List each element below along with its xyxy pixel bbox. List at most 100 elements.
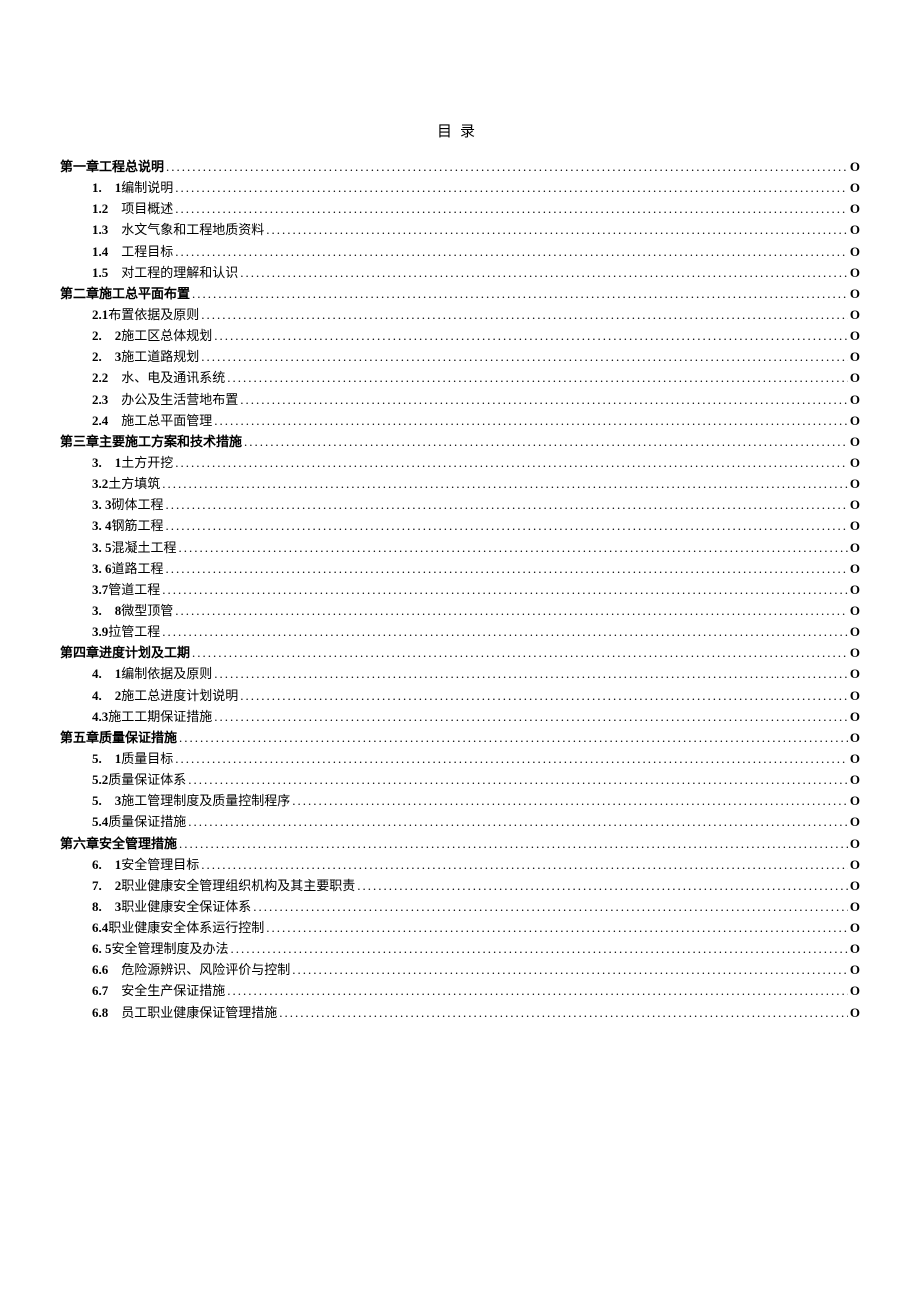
toc-leader (227, 368, 848, 388)
toc-number: 3.2 (92, 474, 108, 494)
toc-leader (214, 664, 848, 684)
toc-leader (292, 791, 848, 811)
toc-number: 2. 3 (92, 347, 121, 367)
toc-entry[interactable]: 1.3 水文气象和工程地质资料O (60, 220, 860, 240)
toc-text: 第一章工程总说明 (60, 157, 164, 177)
toc-leader (244, 432, 848, 452)
toc-entry[interactable]: 4. 1编制依据及原则O (60, 664, 860, 684)
toc-number: 1.4 (92, 242, 108, 262)
toc-leader (357, 876, 848, 896)
toc-leader (214, 707, 848, 727)
toc-entry[interactable]: 5. 1质量目标O (60, 749, 860, 769)
toc-entry[interactable]: 3.2 土方填筑O (60, 474, 860, 494)
toc-page: O (850, 284, 860, 304)
toc-entry[interactable]: 2. 2施工区总体规划O (60, 326, 860, 346)
toc-entry[interactable]: 6.4职业健康安全体系运行控制O (60, 918, 860, 938)
toc-entry[interactable]: 第三章主要施工方案和技术措施O (60, 432, 860, 452)
toc-entry[interactable]: 6.7 安全生产保证措施O (60, 981, 860, 1001)
toc-number: 1.2 (92, 199, 108, 219)
toc-page: O (850, 981, 860, 1001)
toc-page: O (850, 770, 860, 790)
toc-number: 8. 3 (92, 897, 121, 917)
toc-entry[interactable]: 第五章质量保证措施O (60, 728, 860, 748)
toc-entry[interactable]: 1.2 项目概述O (60, 199, 860, 219)
toc-page: O (850, 876, 860, 896)
toc-number: 3.7 (92, 580, 108, 600)
toc-page: O (850, 220, 860, 240)
toc-number: 2.2 (92, 368, 108, 388)
toc-leader (240, 390, 848, 410)
toc-text: 对工程的理解和认识 (108, 263, 238, 283)
toc-text: 土方填筑 (108, 474, 160, 494)
toc-page: O (850, 538, 860, 558)
toc-entry[interactable]: 3. 5混凝土工程O (60, 538, 860, 558)
toc-entry[interactable]: 3.9拉管工程O (60, 622, 860, 642)
toc-entry[interactable]: 2.1布置依据及原则O (60, 305, 860, 325)
toc-entry[interactable]: 4.3施工工期保证措施O (60, 707, 860, 727)
toc-number: 7. 2 (92, 876, 121, 896)
toc-page: O (850, 263, 860, 283)
toc-entry[interactable]: 3.7管道工程O (60, 580, 860, 600)
toc-number: 3.9 (92, 622, 108, 642)
toc-text: 钢筋工程 (112, 516, 164, 536)
toc-text: 施工总平面管理 (108, 411, 212, 431)
toc-text: 水文气象和工程地质资料 (108, 220, 264, 240)
toc-entry[interactable]: 第六章安全管理措施O (60, 834, 860, 854)
toc-leader (227, 981, 848, 1001)
toc-entry[interactable]: 6.8 员工职业健康保证管理措施O (60, 1003, 860, 1023)
toc-entry[interactable]: 1. 1编制说明O (60, 178, 860, 198)
toc-entry[interactable]: 2.2 水、电及通讯系统O (60, 368, 860, 388)
toc-entry[interactable]: 5.4质量保证措施O (60, 812, 860, 832)
toc-text: 拉管工程 (108, 622, 160, 642)
toc-leader (175, 749, 848, 769)
toc-entry[interactable]: 6. 1安全管理目标O (60, 855, 860, 875)
toc-number: 3. 8 (92, 601, 121, 621)
toc-entry[interactable]: 第一章工程总说明 O (60, 157, 860, 177)
toc-number: 5.2 (92, 770, 108, 790)
toc-entry[interactable]: 6. 5安全管理制度及办法O (60, 939, 860, 959)
toc-entry[interactable]: 7. 2职业健康安全管理组织机构及其主要职责O (60, 876, 860, 896)
toc-entry[interactable]: 6.6 危险源辨识、风险评价与控制O (60, 960, 860, 980)
toc-entry[interactable]: 2.4 施工总平面管理O (60, 411, 860, 431)
toc-number: 5. 1 (92, 749, 121, 769)
toc-entry[interactable]: 4. 2施工总进度计划说明O (60, 686, 860, 706)
toc-number: 5.4 (92, 812, 108, 832)
toc-page: O (850, 960, 860, 980)
toc-leader (188, 770, 848, 790)
toc-entry[interactable]: 第四章进度计划及工期O (60, 643, 860, 663)
toc-entry[interactable]: 3. 8微型顶管O (60, 601, 860, 621)
toc-leader (266, 220, 848, 240)
toc-leader (266, 918, 848, 938)
toc-text: 微型顶管 (121, 601, 173, 621)
toc-entry[interactable]: 8. 3职业健康安全保证体系O (60, 897, 860, 917)
toc-page: O (850, 791, 860, 811)
toc-leader (253, 897, 848, 917)
toc-text: 施工工期保证措施 (108, 707, 212, 727)
toc-leader (292, 960, 848, 980)
toc-leader (166, 157, 848, 177)
toc-leader (179, 834, 848, 854)
toc-text: 砌体工程 (112, 495, 164, 515)
toc-leader (179, 538, 848, 558)
toc-page: O (850, 347, 860, 367)
toc-number: 2.3 (92, 390, 108, 410)
toc-leader (188, 812, 848, 832)
toc-text: 工程目标 (108, 242, 173, 262)
toc-entry[interactable]: 第二章施工总平面布置O (60, 284, 860, 304)
toc-entry[interactable]: 3. 6道路工程O (60, 559, 860, 579)
toc-entry[interactable]: 3. 1 土方开挖O (60, 453, 860, 473)
toc-entry[interactable]: 2. 3施工道路规划O (60, 347, 860, 367)
toc-page: O (850, 411, 860, 431)
toc-page: O (850, 939, 860, 959)
toc-entry[interactable]: 3. 3砌体工程O (60, 495, 860, 515)
toc-leader (192, 284, 848, 304)
toc-page: O (850, 707, 860, 727)
toc-text: 第三章主要施工方案和技术措施 (60, 432, 242, 452)
toc-page: O (850, 157, 860, 177)
toc-entry[interactable]: 1.5 对工程的理解和认识O (60, 263, 860, 283)
toc-entry[interactable]: 5. 3施工管理制度及质量控制程序O (60, 791, 860, 811)
toc-entry[interactable]: 5.2质量保证体系O (60, 770, 860, 790)
toc-entry[interactable]: 3. 4钢筋工程O (60, 516, 860, 536)
toc-entry[interactable]: 2.3 办公及生活营地布置O (60, 390, 860, 410)
toc-entry[interactable]: 1.4 工程目标O (60, 242, 860, 262)
